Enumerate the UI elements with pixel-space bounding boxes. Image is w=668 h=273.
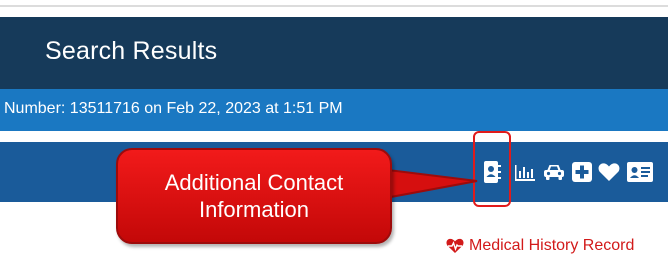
- medical-history-link[interactable]: Medical History Record: [446, 237, 634, 255]
- medical-plus-icon[interactable]: [570, 142, 594, 202]
- record-number-text: Number: 13511716 on Feb 22, 2023 at 1:51…: [4, 100, 343, 117]
- bar-chart-icon[interactable]: [512, 142, 538, 202]
- heart-icon[interactable]: [596, 142, 622, 202]
- record-number-bar: Number: 13511716 on Feb 22, 2023 at 1:51…: [0, 89, 668, 131]
- callout-line-1: Additional Contact: [164, 169, 344, 195]
- medical-history-label: Medical History Record: [469, 237, 635, 254]
- top-divider: [0, 5, 668, 7]
- callout-pointer: [380, 167, 478, 201]
- separator: [0, 131, 668, 142]
- heartbeat-icon: [446, 238, 464, 253]
- page-title: Search Results: [45, 37, 218, 65]
- search-results-header: Search Results: [0, 17, 668, 89]
- callout-tooltip: Additional Contact Information: [116, 148, 392, 244]
- car-icon[interactable]: [541, 142, 567, 202]
- id-card-icon[interactable]: [625, 142, 655, 202]
- callout-line-2: Information: [198, 197, 310, 222]
